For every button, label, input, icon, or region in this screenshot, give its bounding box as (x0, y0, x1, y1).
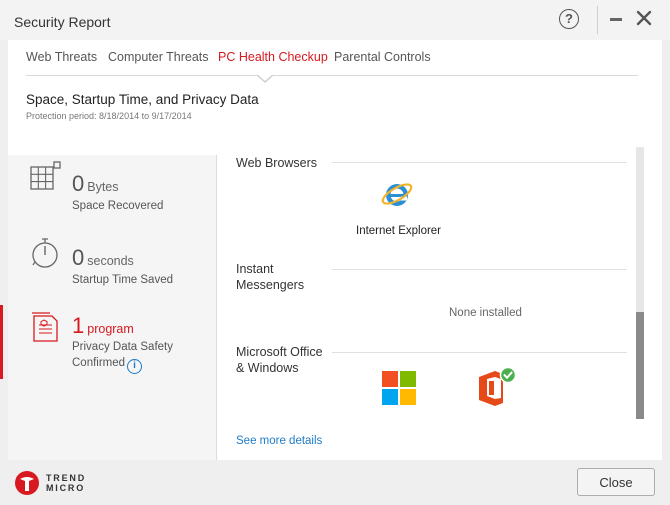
logo-text-trend: TREND (46, 473, 86, 483)
category-instant-label-2: Messengers (236, 278, 305, 292)
internet-explorer-icon[interactable] (380, 177, 414, 211)
stats-panel: 0 Bytes Space Recovered 0 seconds Startup … (0, 155, 216, 460)
window-title: Security Report (14, 14, 111, 30)
stat-unit: seconds (87, 254, 134, 268)
trend-micro-logo: TREND MICRO (14, 470, 104, 496)
stat-value: 1 (72, 313, 85, 338)
stat-unit: Bytes (87, 180, 119, 194)
stat-label-line2: Confirmed (72, 357, 126, 369)
stat-startup-time: 0 seconds Startup Time Saved (8, 231, 216, 303)
close-icon[interactable] (634, 8, 654, 28)
stat-value: 0 (72, 245, 85, 270)
minimize-icon[interactable] (610, 18, 622, 21)
see-more-details-link[interactable]: See more details (236, 435, 322, 447)
info-icon[interactable]: i (127, 359, 143, 374)
report-content: Web Threats Computer Threats PC Health C… (0, 40, 662, 460)
privacy-details-list: Web Browsers Internet Explorer Instant M… (217, 155, 637, 460)
logo-text-micro: MICRO (46, 483, 85, 493)
category-instant-label-1: Instant (236, 262, 274, 276)
windows-logo-icon[interactable] (381, 370, 417, 406)
active-stat-indicator (0, 305, 3, 379)
close-button[interactable]: Close (577, 468, 655, 496)
active-tab-indicator (256, 74, 274, 83)
titlebar-separator (597, 6, 598, 34)
category-divider (332, 269, 627, 270)
category-office-label-1: Microsoft Office (236, 345, 323, 359)
disk-grid-icon (30, 161, 61, 190)
stat-space-recovered: 0 Bytes Space Recovered (8, 155, 216, 227)
section-title: Space, Startup Time, and Privacy Data (26, 92, 259, 107)
scrollbar-thumb[interactable] (636, 312, 644, 419)
stat-unit: program (87, 322, 134, 336)
tab-computer-threats[interactable]: Computer Threats (108, 50, 209, 64)
footer: TREND MICRO Close (0, 460, 670, 505)
stopwatch-icon (32, 238, 58, 268)
trend-micro-logo-icon (15, 471, 39, 495)
app-internet-explorer: Internet Explorer (356, 225, 442, 237)
help-icon[interactable]: ? (559, 9, 579, 29)
stat-privacy-data[interactable]: 1 program Privacy Data Safety Confirmed i (0, 305, 216, 379)
microsoft-office-icon[interactable] (473, 365, 517, 409)
stat-label: Space Recovered (72, 200, 164, 212)
protection-period: Protection period: 8/18/2014 to 9/17/201… (26, 111, 192, 121)
tab-parental-controls[interactable]: Parental Controls (334, 50, 431, 64)
stat-label-line1: Privacy Data Safety (72, 341, 173, 353)
document-shield-icon (32, 312, 58, 342)
none-installed-text: None installed (449, 307, 522, 319)
tab-pc-health-checkup[interactable]: PC Health Checkup (218, 50, 328, 64)
category-divider (332, 162, 627, 163)
category-divider (332, 352, 627, 353)
tab-bar: Web Threats Computer Threats PC Health C… (8, 40, 662, 83)
stat-label: Startup Time Saved (72, 274, 173, 286)
title-bar: Security Report ? (0, 0, 670, 40)
tab-underline (26, 75, 638, 76)
category-web-browsers: Web Browsers (236, 156, 318, 170)
category-office-label-2: & Windows (236, 361, 299, 375)
tab-web-threats[interactable]: Web Threats (26, 50, 97, 64)
stat-value: 0 (72, 171, 85, 196)
